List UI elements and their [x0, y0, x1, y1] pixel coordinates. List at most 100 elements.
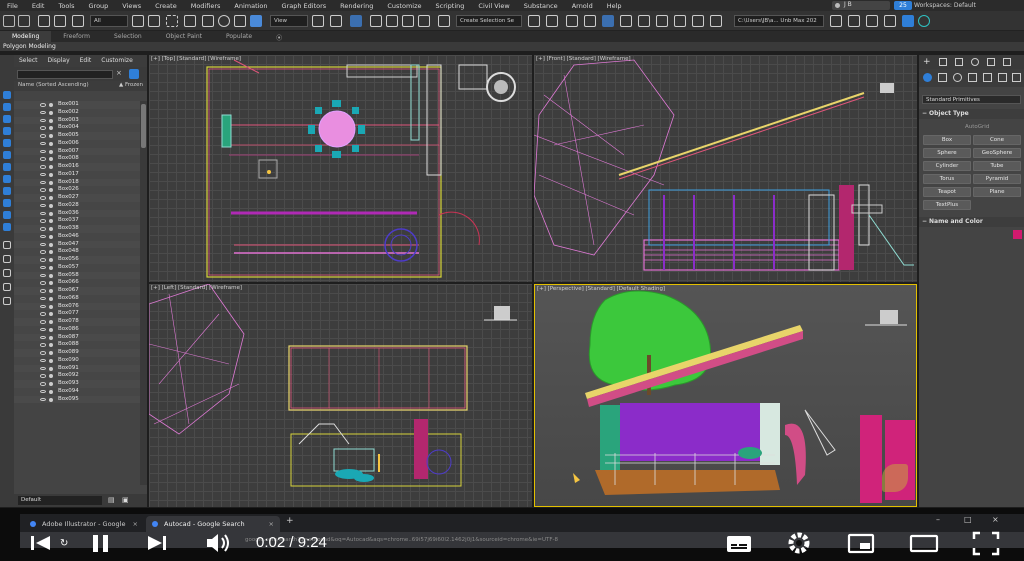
menu-substance[interactable]: Substance — [517, 2, 565, 10]
visibility-eye-icon[interactable] — [40, 165, 46, 169]
viewport-perspective-label[interactable]: [+] [Perspective] [Standard] [Default Sh… — [537, 286, 665, 292]
tab-populate[interactable]: Populate — [214, 31, 264, 42]
explorer-menu-select[interactable]: Select — [14, 55, 43, 67]
display-spacewarps-icon[interactable] — [3, 151, 11, 159]
list-item[interactable]: Box078 — [14, 318, 140, 326]
collaboration-icon[interactable] — [884, 15, 896, 27]
spinner-snap-icon[interactable] — [418, 15, 430, 27]
list-item[interactable]: Box086 — [14, 325, 140, 334]
textplus-button[interactable]: TextPlus — [923, 200, 971, 210]
tab-modeling[interactable]: Modeling — [0, 31, 52, 42]
visibility-eye-icon[interactable] — [40, 335, 46, 339]
tab-freeform[interactable]: Freeform — [51, 31, 102, 42]
list-item[interactable]: Box068 — [14, 294, 140, 303]
list-item[interactable]: Box038 — [14, 225, 140, 233]
modify-tab-icon[interactable] — [939, 58, 947, 66]
visibility-eye-icon[interactable] — [40, 234, 46, 239]
visibility-eye-icon[interactable] — [40, 134, 46, 138]
viewport-left[interactable]: [+] [Left] [Standard] [Wireframe] — [149, 284, 532, 507]
visibility-eye-icon[interactable] — [40, 289, 46, 293]
display-xrefs-icon[interactable] — [3, 175, 11, 183]
display-helpers-icon[interactable] — [3, 139, 11, 147]
list-item[interactable]: Box094 — [14, 387, 140, 396]
object-color-swatch[interactable] — [1013, 230, 1022, 239]
explorer-search-input[interactable] — [17, 70, 113, 79]
list-item[interactable]: Box037 — [14, 217, 140, 225]
list-item[interactable]: Box058 — [14, 271, 140, 280]
tab-selection[interactable]: Selection — [102, 31, 154, 42]
scrollbar-thumb[interactable] — [141, 104, 146, 148]
visibility-eye-icon[interactable] — [40, 374, 46, 378]
visibility-eye-icon[interactable] — [40, 250, 46, 254]
visibility-eye-icon[interactable] — [40, 296, 46, 301]
invert-display-icon[interactable] — [3, 269, 11, 277]
lights-icon[interactable] — [953, 73, 962, 82]
visibility-eye-icon[interactable] — [40, 312, 46, 316]
snaps-toggle-icon[interactable] — [370, 15, 382, 27]
menu-group[interactable]: Group — [82, 2, 116, 10]
list-item[interactable]: Box091 — [14, 364, 140, 373]
list-item[interactable]: Box087 — [14, 333, 140, 342]
menu-views[interactable]: Views — [115, 2, 148, 10]
visibility-eye-icon[interactable] — [40, 389, 46, 394]
selection-filter-dropdown[interactable]: All — [90, 15, 128, 27]
display-shapes-icon[interactable] — [3, 103, 11, 111]
pivot-center-icon[interactable] — [312, 15, 324, 27]
rendered-frame-window-icon[interactable] — [692, 15, 704, 27]
cylinder-button[interactable]: Cylinder — [923, 161, 971, 171]
current-layer-dropdown[interactable]: Default — [18, 496, 102, 505]
menu-animation[interactable]: Animation — [227, 2, 274, 10]
explorer-menu-display[interactable]: Display — [43, 55, 75, 67]
visibility-eye-icon[interactable] — [40, 203, 46, 208]
display-none-icon[interactable] — [3, 255, 11, 263]
display-tab-icon[interactable] — [987, 58, 995, 66]
visibility-eye-icon[interactable] — [40, 242, 46, 246]
theater-mode-icon[interactable] — [908, 528, 940, 558]
visibility-eye-icon[interactable] — [40, 211, 46, 215]
list-item[interactable]: Box088 — [14, 341, 140, 349]
geometry-icon[interactable] — [923, 73, 932, 82]
explorer-options-icon[interactable]: ▣ — [122, 496, 129, 504]
visibility-eye-icon[interactable] — [40, 188, 46, 192]
scene-explorer-icon[interactable] — [566, 15, 578, 27]
schematic-view-icon[interactable] — [638, 15, 650, 27]
layer-icon[interactable]: ▤ — [108, 496, 115, 504]
edit-named-selection-icon[interactable] — [438, 15, 450, 27]
list-item[interactable]: Box003 — [14, 116, 140, 125]
settings-gear-icon[interactable] — [784, 528, 814, 558]
tab-object-paint[interactable]: Object Paint — [154, 31, 214, 42]
minimize-window-icon[interactable]: – — [936, 515, 940, 524]
previous-video-icon[interactable] — [28, 528, 54, 558]
move-icon[interactable] — [202, 15, 214, 27]
project-path-field[interactable]: C:\Users\JB\a... Unb Max 202 — [734, 15, 824, 27]
render-setup-icon[interactable] — [674, 15, 686, 27]
display-bones-icon[interactable] — [3, 187, 11, 195]
visibility-eye-icon[interactable] — [40, 227, 46, 231]
teapot-button[interactable]: Teapot — [923, 187, 971, 197]
list-item[interactable]: Box016 — [14, 163, 140, 171]
menu-modifiers[interactable]: Modifiers — [184, 2, 228, 10]
pyramid-button[interactable]: Pyramid — [973, 174, 1021, 184]
hierarchy-tab-icon[interactable] — [955, 58, 963, 66]
project-settings-icon[interactable] — [848, 15, 860, 27]
explorer-column-header[interactable]: Name (Sorted Ascending) ▲ Frozen — [14, 81, 147, 91]
select-manipulate-icon[interactable] — [330, 15, 342, 27]
visibility-eye-icon[interactable] — [40, 327, 46, 332]
menu-create[interactable]: Create — [148, 2, 184, 10]
visibility-eye-icon[interactable] — [40, 180, 46, 184]
ribbon-options-icon[interactable]: ⦿ — [264, 31, 294, 42]
list-item[interactable]: Box057 — [14, 263, 140, 272]
menu-edit[interactable]: Edit — [25, 2, 52, 10]
select-object-icon[interactable] — [132, 15, 144, 27]
list-item[interactable]: Box093 — [14, 380, 140, 388]
reference-coordinate-dropdown[interactable]: View — [270, 15, 308, 27]
list-item[interactable]: Box047 — [14, 240, 140, 249]
menu-scripting[interactable]: Scripting — [429, 2, 472, 10]
notification-badge[interactable]: 25 — [894, 1, 912, 10]
bind-space-warp-icon[interactable] — [72, 15, 84, 27]
next-video-icon[interactable] — [144, 528, 170, 558]
visibility-eye-icon[interactable] — [40, 343, 46, 347]
cone-button[interactable]: Cone — [973, 135, 1021, 145]
visibility-eye-icon[interactable] — [40, 281, 46, 285]
tube-button[interactable]: Tube — [973, 161, 1021, 171]
